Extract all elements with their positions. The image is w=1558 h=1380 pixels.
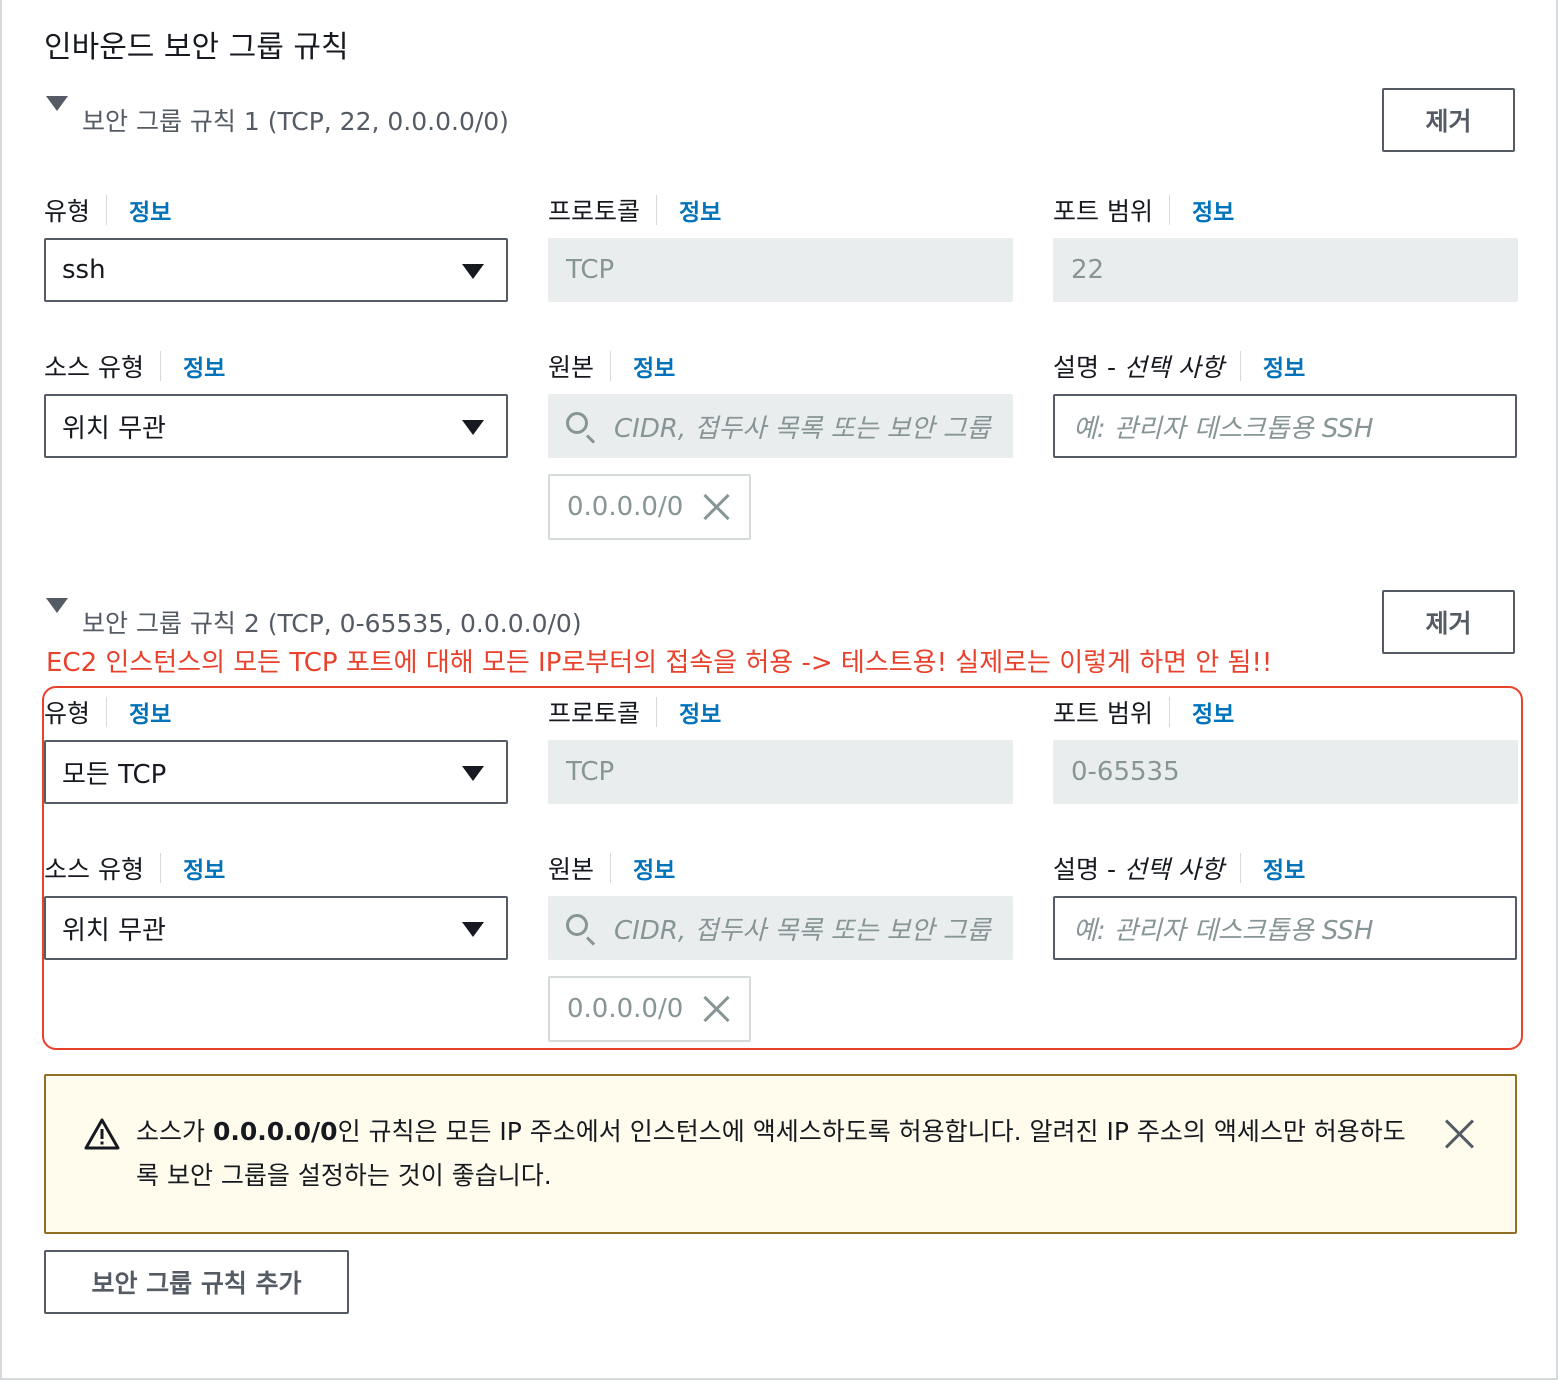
dropdown-arrow-icon — [462, 766, 484, 781]
info-link[interactable]: 정보 — [1192, 695, 1234, 729]
info-link[interactable]: 정보 — [1192, 193, 1234, 227]
rule-1-port-field: 22 — [1053, 238, 1518, 302]
info-link[interactable]: 정보 — [183, 349, 225, 383]
search-icon — [566, 412, 588, 434]
remove-token-icon[interactable] — [701, 994, 731, 1024]
dropdown-arrow-icon — [462, 922, 484, 937]
info-link[interactable]: 정보 — [183, 851, 225, 885]
rule-1-protocol-field: TCP — [548, 238, 1013, 302]
rule-2-description-input[interactable]: 예: 관리자 데스크톱용 SSH — [1053, 896, 1517, 960]
rule-1-source-token: 0.0.0.0/0 — [548, 474, 751, 540]
rule-1-source-label: 원본 정보 — [548, 348, 675, 384]
rule-2-source-label: 원본 정보 — [548, 850, 675, 886]
rule-2-description-label: 설명 - 선택 사항 정보 — [1053, 850, 1305, 886]
close-icon[interactable] — [1444, 1118, 1476, 1150]
info-link[interactable]: 정보 — [129, 695, 171, 729]
rule-2-protocol-label: 프로토콜 정보 — [548, 694, 721, 730]
rule-2-header[interactable]: 보안 그룹 규칙 2 (TCP, 0-65535, 0.0.0.0/0) — [82, 604, 582, 640]
info-link[interactable]: 정보 — [633, 349, 675, 383]
annotation-text: EC2 인스턴스의 모든 TCP 포트에 대해 모든 IP로부터의 접속을 허용… — [46, 648, 1273, 678]
rule-2-type-select[interactable]: 모든 TCP — [44, 740, 508, 804]
rule-1-source-type-label: 소스 유형 정보 — [44, 348, 225, 384]
rule-2-type-label: 유형 정보 — [44, 694, 171, 730]
rule-2-source-type-select[interactable]: 위치 무관 — [44, 896, 508, 960]
rule-1-source-type-select[interactable]: 위치 무관 — [44, 394, 508, 458]
rule-2-port-label: 포트 범위 정보 — [1053, 694, 1234, 730]
info-link[interactable]: 정보 — [679, 695, 721, 729]
search-icon — [566, 914, 588, 936]
rule-1-header[interactable]: 보안 그룹 규칙 1 (TCP, 22, 0.0.0.0/0) — [82, 102, 509, 138]
rule-2-source-type-label: 소스 유형 정보 — [44, 850, 225, 886]
rule-2-source-token: 0.0.0.0/0 — [548, 976, 751, 1042]
inbound-rules-panel: 인바운드 보안 그룹 규칙 보안 그룹 규칙 1 (TCP, 22, 0.0.0… — [0, 0, 1558, 1380]
dropdown-arrow-icon — [462, 420, 484, 435]
rule-1-description-label: 설명 - 선택 사항 정보 — [1053, 348, 1305, 384]
info-link[interactable]: 정보 — [1263, 851, 1305, 885]
rule-1-type-label: 유형 정보 — [44, 192, 171, 228]
info-link[interactable]: 정보 — [1263, 349, 1305, 383]
warning-icon — [84, 1118, 120, 1150]
info-link[interactable]: 정보 — [129, 193, 171, 227]
rule-1-protocol-label: 프로토콜 정보 — [548, 192, 721, 228]
dropdown-arrow-icon — [462, 264, 484, 279]
remove-token-icon[interactable] — [701, 492, 731, 522]
collapse-caret-icon[interactable] — [46, 96, 68, 111]
add-rule-button[interactable]: 보안 그룹 규칙 추가 — [44, 1250, 349, 1314]
rule-1-source-search-input[interactable]: CIDR, 접두사 목록 또는 보안 그룹 — [548, 394, 1013, 458]
rule-1-type-select[interactable]: ssh — [44, 238, 508, 302]
rule-2-port-field: 0-65535 — [1053, 740, 1518, 804]
warning-message: 소스가 0.0.0.0/0인 규칙은 모든 IP 주소에서 인스턴스에 액세스하… — [136, 1117, 1406, 1190]
section-title: 인바운드 보안 그룹 규칙 — [44, 30, 349, 65]
rule-1-remove-button[interactable]: 제거 — [1382, 88, 1515, 152]
rule-2-protocol-field: TCP — [548, 740, 1013, 804]
info-link[interactable]: 정보 — [679, 193, 721, 227]
rule-1-port-label: 포트 범위 정보 — [1053, 192, 1234, 228]
rule-1-description-input[interactable]: 예: 관리자 데스크톱용 SSH — [1053, 394, 1517, 458]
warning-alert: 소스가 0.0.0.0/0인 규칙은 모든 IP 주소에서 인스턴스에 액세스하… — [44, 1074, 1517, 1234]
rule-2-remove-button[interactable]: 제거 — [1382, 590, 1515, 654]
info-link[interactable]: 정보 — [633, 851, 675, 885]
collapse-caret-icon[interactable] — [46, 598, 68, 613]
rule-2-source-search-input[interactable]: CIDR, 접두사 목록 또는 보안 그룹 — [548, 896, 1013, 960]
